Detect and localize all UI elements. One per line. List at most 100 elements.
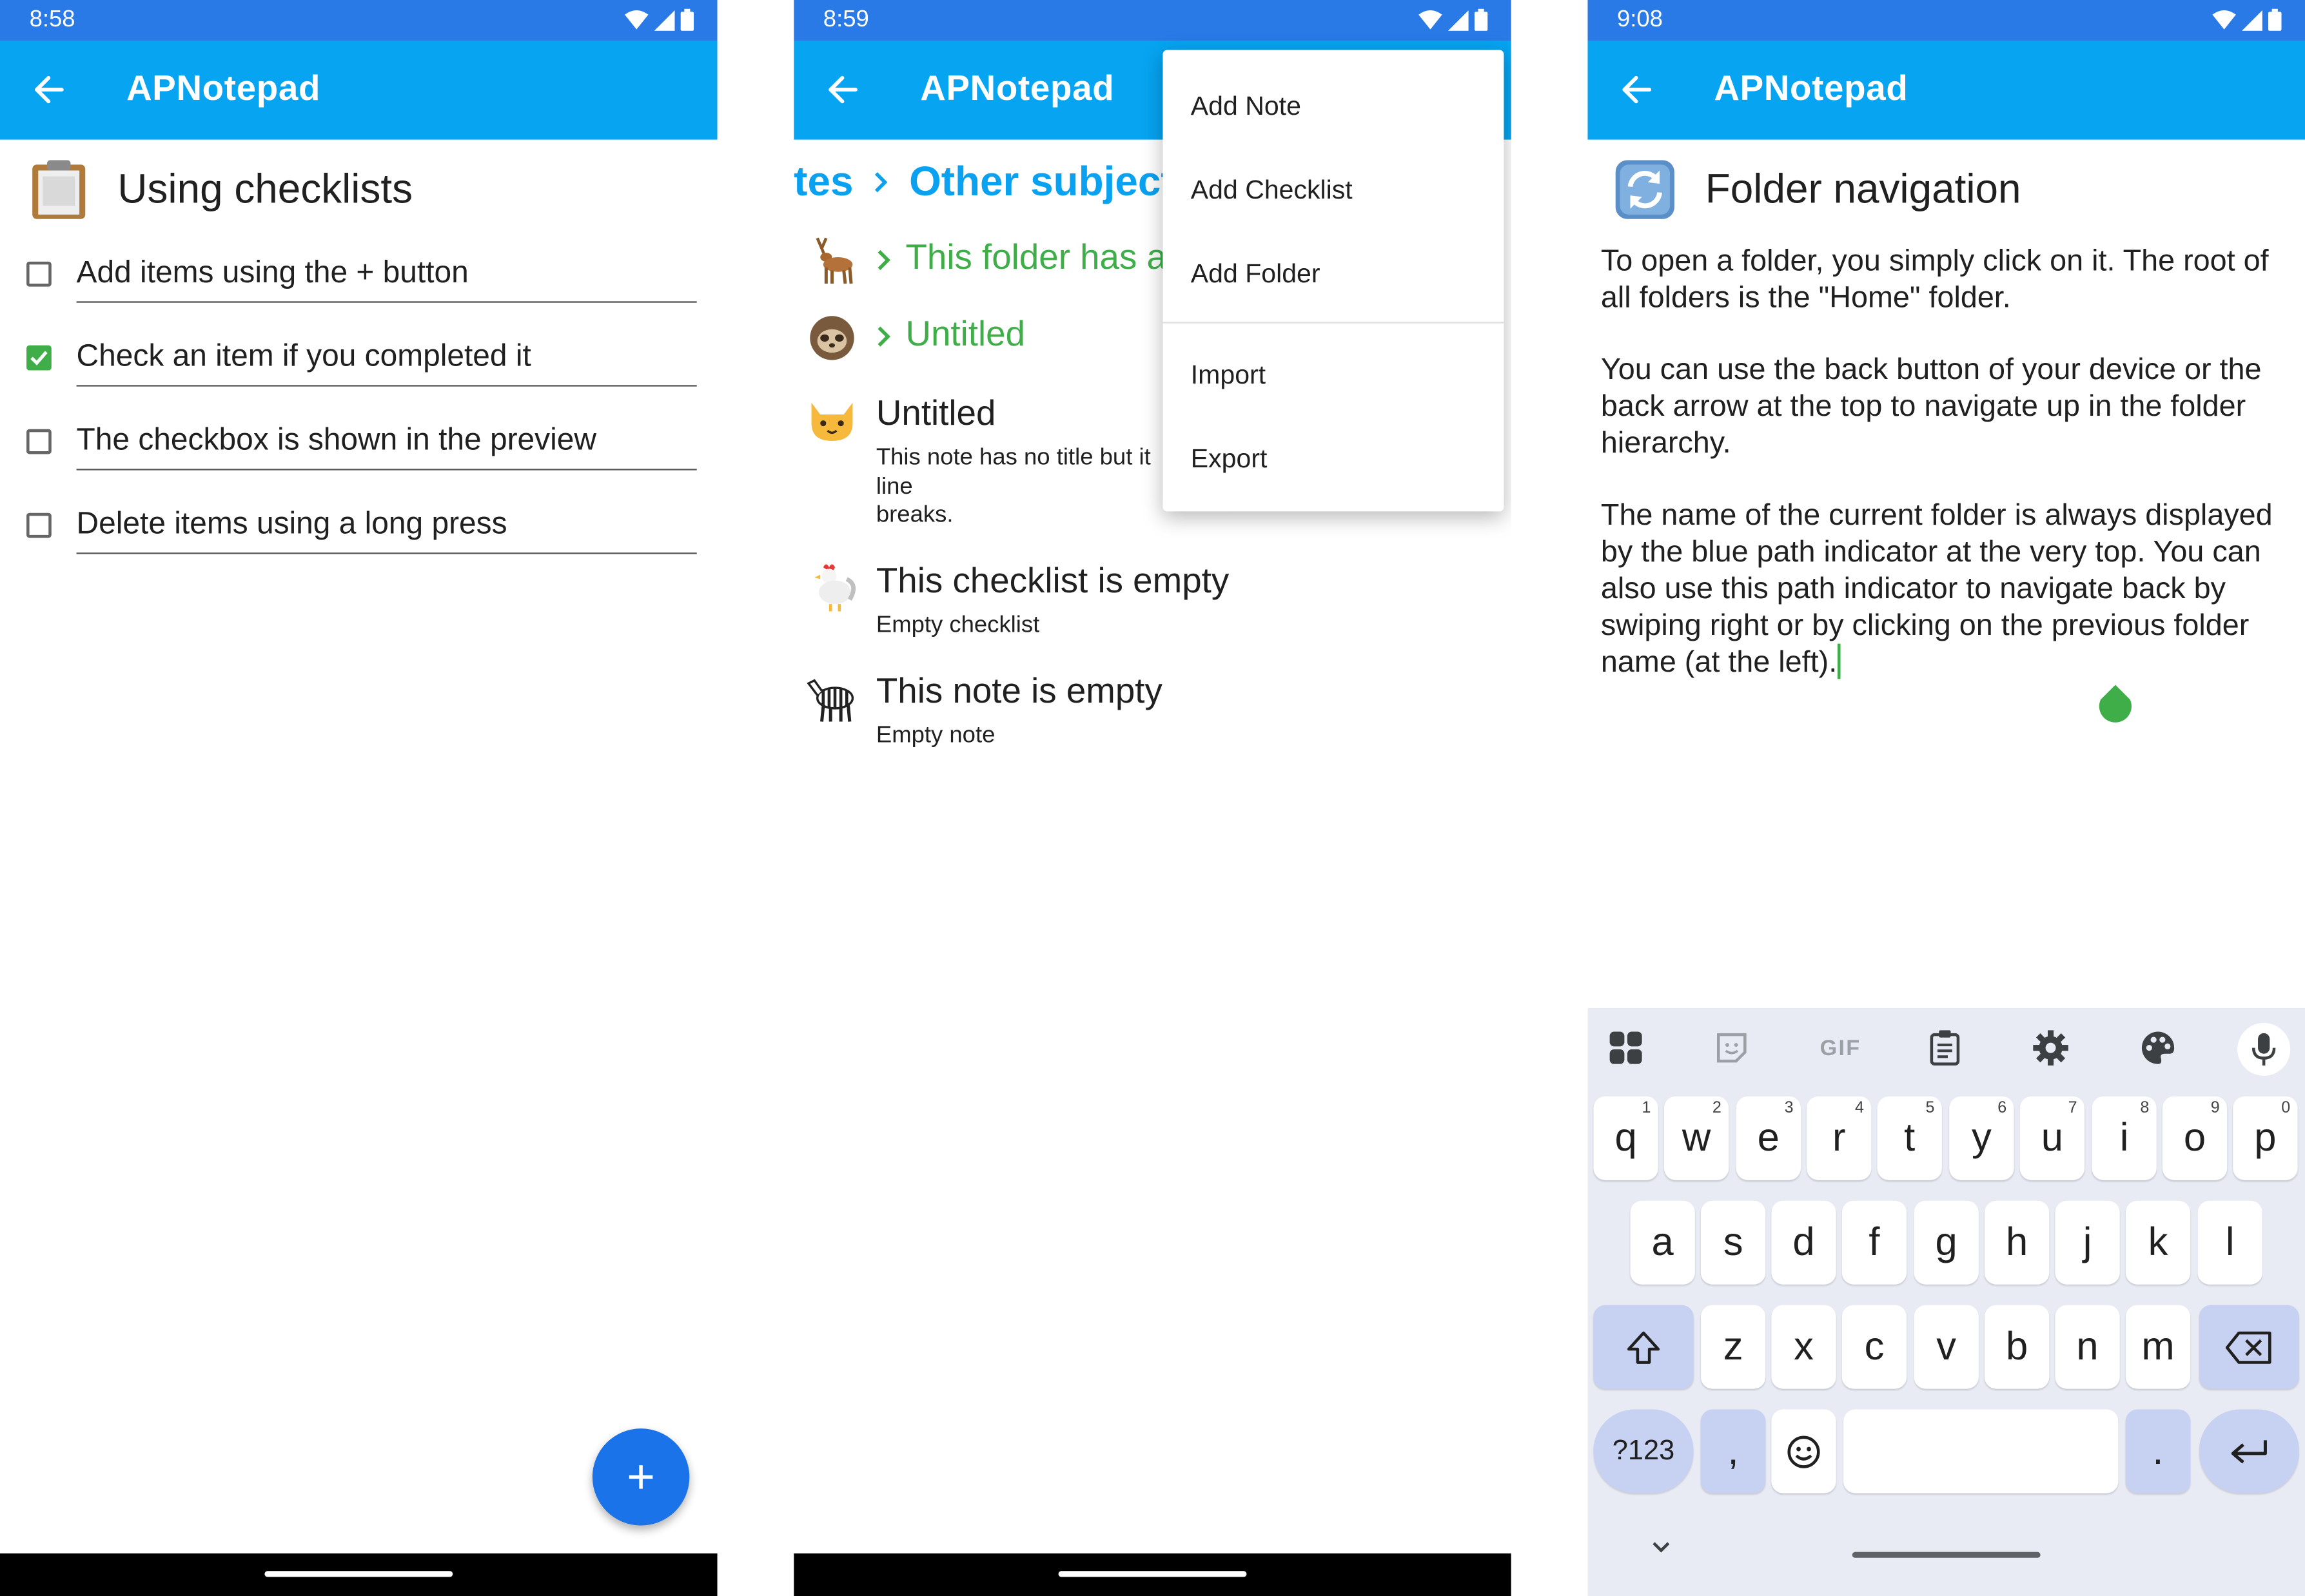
checkbox[interactable] (26, 261, 52, 287)
key-hint: 7 (2068, 1099, 2077, 1117)
signal-icon (1447, 9, 1469, 30)
key-k[interactable]: k (2125, 1200, 2191, 1285)
chevron-right-icon (875, 172, 888, 193)
sloth-icon (810, 316, 854, 360)
menu-item-add-checklist[interactable]: Add Checklist (1191, 175, 1353, 206)
note-preview-line: line (876, 474, 913, 500)
key-w[interactable]: w2 (1663, 1096, 1729, 1180)
rooster-icon (814, 564, 856, 612)
folder-name[interactable]: Untitled (905, 315, 1025, 356)
key-m[interactable]: m (2125, 1305, 2191, 1389)
symbols-key[interactable]: ?123 (1593, 1409, 1694, 1494)
menu-item-import[interactable]: Import (1191, 360, 1266, 391)
key-label: o (2183, 1115, 2206, 1160)
checklist-item-text[interactable]: Check an item if you completed it (77, 340, 531, 375)
key-q[interactable]: q1 (1593, 1096, 1658, 1180)
key-h[interactable]: h (1984, 1200, 2050, 1285)
space-key[interactable] (1843, 1409, 2119, 1494)
key-e[interactable]: e3 (1736, 1096, 1801, 1180)
shift-key[interactable] (1593, 1305, 1694, 1389)
palette-icon[interactable] (2139, 1029, 2177, 1067)
checklist-item-text[interactable]: Delete items using a long press (77, 507, 507, 543)
checkbox[interactable] (26, 429, 52, 454)
key-u[interactable]: u7 (2019, 1096, 2085, 1180)
folder-name[interactable]: This folder has a (905, 238, 1166, 279)
back-arrow-icon[interactable] (32, 73, 64, 106)
key-z[interactable]: z (1700, 1305, 1766, 1389)
wifi-icon (1418, 9, 1442, 29)
key-v[interactable]: v (1914, 1305, 1979, 1389)
note-title: Untitled (876, 394, 996, 434)
menu-item-export[interactable]: Export (1191, 444, 1268, 475)
key-n[interactable]: n (2055, 1305, 2120, 1389)
home-gesture-pill[interactable] (264, 1571, 453, 1577)
key-hint: 8 (2140, 1099, 2150, 1117)
add-item-button[interactable] (592, 1428, 690, 1526)
key-t[interactable]: t5 (1877, 1096, 1942, 1180)
period-key[interactable]: . (2125, 1409, 2191, 1494)
key-label: e (1757, 1115, 1780, 1160)
back-arrow-icon[interactable] (1620, 73, 1653, 106)
key-l[interactable]: l (2197, 1200, 2262, 1285)
checklist-item[interactable]: The checkbox is shown in the preview (26, 411, 697, 471)
comma-key[interactable]: , (1700, 1409, 1766, 1494)
key-d[interactable]: d (1771, 1200, 1836, 1285)
key-hint: 9 (2210, 1099, 2220, 1117)
key-g[interactable]: g (1914, 1200, 1979, 1285)
key-s[interactable]: s (1700, 1200, 1766, 1285)
battery-icon (1474, 8, 1488, 31)
menu-item-add-folder[interactable]: Add Folder (1191, 258, 1320, 289)
sticker-icon[interactable] (1712, 1029, 1751, 1067)
menu-item-add-note[interactable]: Add Note (1191, 91, 1301, 122)
home-gesture-pill[interactable] (1058, 1571, 1247, 1577)
gif-button[interactable]: GIF (1818, 1029, 1862, 1067)
paragraph: You can use the back button of your devi… (1600, 353, 2262, 460)
key-b[interactable]: b (1984, 1305, 2050, 1389)
battery-icon (680, 8, 694, 31)
breadcrumb-item-current[interactable]: Other subjects (909, 159, 1197, 206)
backspace-icon (2225, 1330, 2271, 1363)
note-title[interactable]: Folder navigation (1705, 166, 2021, 213)
note-row[interactable]: This checklist is empty Empty checklist (805, 561, 1511, 650)
chevron-down-icon[interactable] (1651, 1540, 1671, 1555)
key-f[interactable]: f (1841, 1200, 1907, 1285)
mic-icon[interactable] (2237, 1022, 2291, 1076)
note-text-editor[interactable]: To open a folder, you simply click on it… (1601, 242, 2292, 680)
app-title: APNotepad (1714, 69, 1908, 109)
checklist-item-text[interactable]: The checkbox is shown in the preview (77, 423, 596, 459)
settings-icon[interactable] (2032, 1029, 2070, 1067)
key-x[interactable]: x (1771, 1305, 1836, 1389)
checklist-item[interactable]: Check an item if you completed it (26, 327, 697, 387)
key-c[interactable]: c (1841, 1305, 1907, 1389)
key-a[interactable]: a (1630, 1200, 1695, 1285)
emoji-key[interactable] (1771, 1409, 1836, 1494)
clipboard-icon[interactable] (1926, 1029, 1964, 1067)
checklist-item-text[interactable]: Add items using the + button (77, 256, 469, 291)
key-r[interactable]: r4 (1807, 1096, 1872, 1180)
breadcrumb: tes Other subjects (794, 159, 1197, 206)
breadcrumb-item[interactable]: tes (794, 159, 853, 206)
key-label: y (1972, 1115, 1992, 1160)
note-title: This checklist is empty (876, 561, 1230, 601)
checkbox[interactable] (26, 512, 52, 538)
checkbox-checked[interactable] (26, 345, 52, 371)
screen-note-editing: 9:08 APNotepad Folder navigation To open… (1587, 0, 2305, 1596)
key-o[interactable]: o9 (2162, 1096, 2228, 1180)
checklist-item[interactable]: Delete items using a long press (26, 495, 697, 554)
caret-handle[interactable] (2098, 685, 2133, 723)
enter-key[interactable] (2199, 1409, 2299, 1494)
note-title[interactable]: Using checklists (117, 166, 413, 213)
clipboard-icon (32, 160, 86, 219)
checklist-item[interactable]: Add items using the + button (26, 244, 697, 303)
apps-icon[interactable] (1607, 1029, 1645, 1067)
key-i[interactable]: i8 (2092, 1096, 2157, 1180)
key-hint: 1 (1642, 1099, 1651, 1117)
key-y[interactable]: y6 (1949, 1096, 2014, 1180)
key-j[interactable]: j (2055, 1200, 2120, 1285)
key-hint: 2 (1712, 1099, 1721, 1117)
back-arrow-icon[interactable] (826, 73, 858, 106)
note-row[interactable]: This note is empty Empty note (805, 672, 1511, 760)
home-gesture-pill[interactable] (1852, 1552, 2041, 1558)
backspace-key[interactable] (2199, 1305, 2299, 1389)
key-p[interactable]: p0 (2233, 1096, 2298, 1180)
